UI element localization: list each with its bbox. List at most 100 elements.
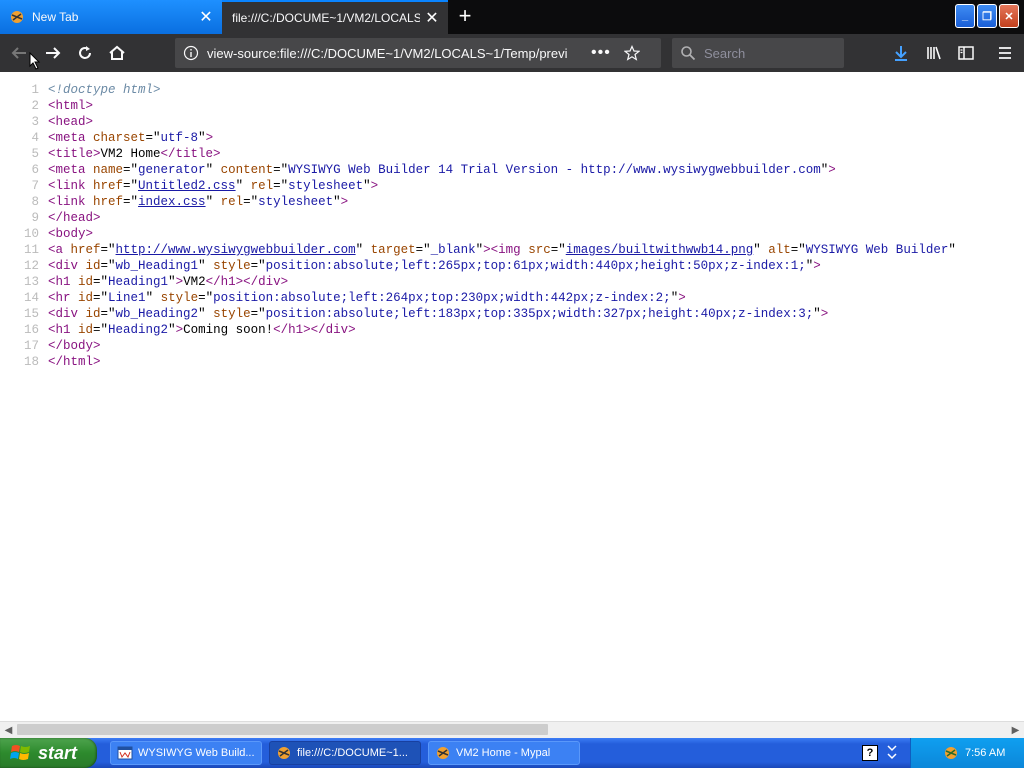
scroll-right-icon[interactable]: ▶ <box>1007 722 1024 738</box>
minimize-button[interactable]: _ <box>955 4 975 28</box>
code-token: =" <box>145 131 161 145</box>
code-token: id <box>78 275 94 289</box>
taskbar-button-wysiwyg[interactable]: WYSIWYG Web Build... <box>110 741 262 765</box>
page-actions-icon[interactable]: ••• <box>591 44 611 62</box>
code-token: VM2 <box>183 275 206 289</box>
code-token: ><img <box>483 243 529 257</box>
line-number: 2 <box>31 99 39 113</box>
code-token: =" <box>250 307 266 321</box>
source-link[interactable]: images/builtwithwwb14.png <box>566 243 754 257</box>
code-token: " <box>235 179 251 193</box>
menu-icon[interactable] <box>992 40 1018 66</box>
code-token: position:absolute;left:264px;top:230px;w… <box>213 291 671 305</box>
start-button[interactable]: start <box>0 738 97 768</box>
wysiwyg-app-icon <box>117 745 133 761</box>
source-line: 12 <div id="wb_Heading1" style="position:… <box>0 258 956 274</box>
code-token: href <box>93 179 124 193</box>
code-token: " <box>145 291 161 305</box>
code-token: </h1></div> <box>205 275 289 289</box>
code-token: " <box>753 243 769 257</box>
network-icon[interactable] <box>943 745 959 761</box>
url-bar[interactable]: view-source:file:///C:/DOCUME~1/VM2/LOCA… <box>175 38 661 68</box>
home-icon[interactable] <box>104 40 130 66</box>
line-number: 14 <box>23 291 39 305</box>
code-token: <title> <box>48 147 101 161</box>
tray-arrows-icon[interactable] <box>884 744 900 762</box>
horizontal-scrollbar[interactable]: ◀ ▶ <box>0 721 1024 738</box>
search-bar[interactable]: Search <box>672 38 844 68</box>
line-code: <hr id="Line1" style="position:absolute;… <box>48 290 686 306</box>
windows-flag-icon <box>10 745 30 760</box>
code-token: > <box>340 195 349 209</box>
code-token: position:absolute;left:265px;top:61px;wi… <box>265 259 806 273</box>
maximize-button[interactable]: ❐ <box>977 4 997 28</box>
info-icon[interactable] <box>183 45 199 61</box>
code-token: " <box>198 131 206 145</box>
line-code: <meta name="generator" content="WYSIWYG … <box>48 162 836 178</box>
line-code: </head> <box>48 210 101 226</box>
code-token: =" <box>93 275 109 289</box>
reload-icon[interactable] <box>72 40 98 66</box>
source-link[interactable]: Untitled2.css <box>138 179 236 193</box>
tab-new-tab[interactable]: New Tab ✕ <box>0 0 222 34</box>
code-token: =" <box>100 307 116 321</box>
close-window-button[interactable]: ✕ <box>999 4 1019 28</box>
source-link[interactable]: index.css <box>138 195 206 209</box>
taskbar-button-view-source[interactable]: file:///C:/DOCUME~1... <box>269 741 421 765</box>
downloads-icon[interactable] <box>888 40 914 66</box>
url-text[interactable]: view-source:file:///C:/DOCUME~1/VM2/LOCA… <box>207 46 579 61</box>
code-token: charset <box>93 131 146 145</box>
help-icon[interactable]: ? <box>862 745 878 761</box>
bookmark-star-icon[interactable] <box>623 44 641 62</box>
code-token: =" <box>93 323 109 337</box>
line-number: 6 <box>31 163 39 177</box>
line-number: 9 <box>31 211 39 225</box>
code-token: =" <box>123 195 139 209</box>
code-token: " <box>363 179 371 193</box>
code-token: id <box>85 259 101 273</box>
library-icon[interactable] <box>921 40 947 66</box>
new-tab-icon[interactable]: + <box>452 5 478 29</box>
code-token: =" <box>198 291 214 305</box>
code-token: <html> <box>48 99 94 113</box>
line-code: </html> <box>48 354 101 370</box>
code-token: =" <box>243 195 259 209</box>
source-code: 1 <!doctype html> 2 <html> 3 <head> 4 <meta cha… <box>0 82 956 370</box>
line-number: 8 <box>31 195 39 209</box>
code-token: stylesheet <box>258 195 334 209</box>
source-link[interactable]: http://www.wysiwygwebbuilder.com <box>116 243 356 257</box>
line-code: <head> <box>48 114 93 130</box>
source-line: 6 <meta name="generator" content="WYSIWYG… <box>0 162 956 178</box>
code-token: =" <box>93 291 109 305</box>
taskbar-button-label: VM2 Home - Mypal <box>456 747 551 759</box>
tab-view-source[interactable]: file:///C:/DOCUME~1/VM2/LOCALS~1/ ✕ <box>222 0 448 34</box>
code-token: <!doctype html> <box>48 83 161 97</box>
line-code: <div id="wb_Heading1" style="position:ab… <box>48 258 821 274</box>
source-line: 17 </body> <box>0 338 956 354</box>
tab-close-icon[interactable]: ✕ <box>420 6 444 30</box>
tab-title: New Tab <box>32 10 79 24</box>
code-token: =" <box>123 179 139 193</box>
code-token: rel <box>220 195 244 209</box>
clock: 7:56 AM <box>965 747 1006 759</box>
code-token: =" <box>790 243 806 257</box>
taskbar-button-label: WYSIWYG Web Build... <box>138 747 255 759</box>
line-number: 7 <box>31 179 39 193</box>
line-number: 18 <box>23 355 39 369</box>
code-token: name <box>93 163 124 177</box>
code-token: Line1 <box>108 291 146 305</box>
code-token: > <box>820 307 829 321</box>
taskbar-button-vm2-home[interactable]: VM2 Home - Mypal <box>428 741 580 765</box>
forward-icon[interactable] <box>40 40 66 66</box>
source-line: 4 <meta charset="utf-8"> <box>0 130 956 146</box>
sidebar-icon[interactable] <box>953 40 979 66</box>
code-token: =" <box>100 243 116 257</box>
code-token: </html> <box>48 355 101 369</box>
scroll-left-icon[interactable]: ◀ <box>0 722 17 738</box>
scroll-thumb[interactable] <box>17 724 548 735</box>
source-line: 8 <link href="index.css" rel="stylesheet"… <box>0 194 956 210</box>
code-token: > <box>175 323 184 337</box>
tab-close-icon[interactable]: ✕ <box>194 5 218 29</box>
code-token: " <box>198 307 214 321</box>
code-token: style <box>213 259 251 273</box>
